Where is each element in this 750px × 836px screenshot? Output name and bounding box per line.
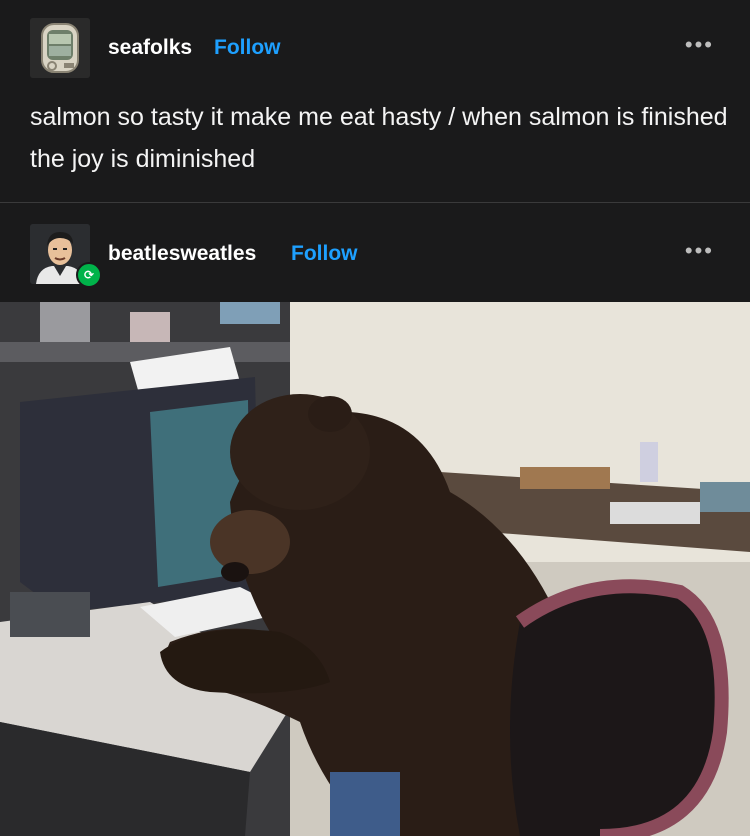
more-options-icon[interactable]: ••• xyxy=(685,34,714,56)
bear-at-computer-image xyxy=(0,302,750,836)
follow-button-seafolks[interactable]: Follow xyxy=(214,36,281,60)
username-seafolks[interactable]: seafolks xyxy=(108,36,192,60)
post-header-seafolks: seafolks Follow ••• xyxy=(0,18,750,78)
username-beatlesweatles[interactable]: beatlesweatles xyxy=(108,242,256,266)
post-photo[interactable] xyxy=(0,302,750,836)
more-options-icon[interactable]: ••• xyxy=(685,240,714,262)
post-text: salmon so tasty it make me eat hasty / w… xyxy=(30,103,728,173)
seafolks-avatar[interactable] xyxy=(30,18,90,78)
reblog-icon: ⟳ xyxy=(76,262,102,288)
post-header-beatlesweatles: ⟳ beatlesweatles Follow ••• xyxy=(0,224,750,288)
follow-button-beatlesweatles[interactable]: Follow xyxy=(291,242,358,266)
sardine-tin-icon xyxy=(30,18,90,78)
post-divider xyxy=(0,202,750,203)
